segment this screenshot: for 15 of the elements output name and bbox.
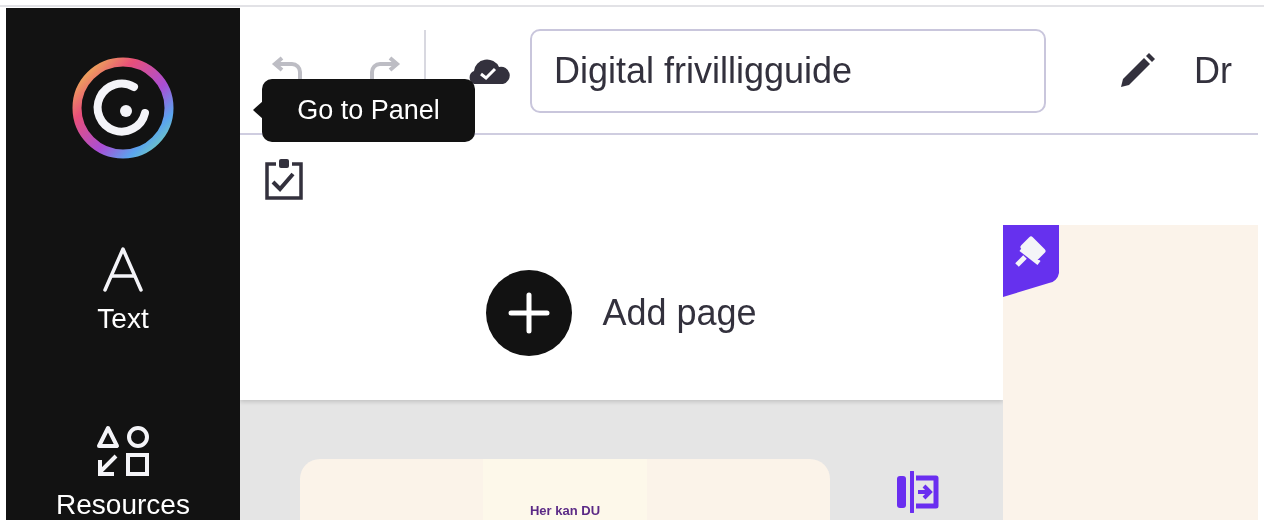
add-page-button[interactable]: Add page (486, 269, 757, 356)
sidebar-item[interactable]: Resources (56, 424, 190, 520)
plus-icon (486, 269, 573, 356)
sidebar-expand-icon[interactable] (896, 471, 940, 513)
page-thumbnail[interactable]: Her kan DU (300, 459, 830, 520)
sidebar-item[interactable]: Text (97, 246, 149, 334)
letter-a-icon (102, 246, 144, 292)
pin-tab[interactable] (1003, 225, 1059, 297)
clipboard-check-icon[interactable] (262, 158, 306, 202)
shapes-icon (96, 424, 150, 478)
title-field[interactable]: Digital frivilligguide (530, 28, 1046, 113)
page-heading: Her kan DU (529, 502, 601, 519)
toolbar-label[interactable]: Dr (1194, 43, 1232, 98)
tooltip-pointer (253, 101, 263, 119)
logo-icon[interactable] (72, 57, 174, 159)
